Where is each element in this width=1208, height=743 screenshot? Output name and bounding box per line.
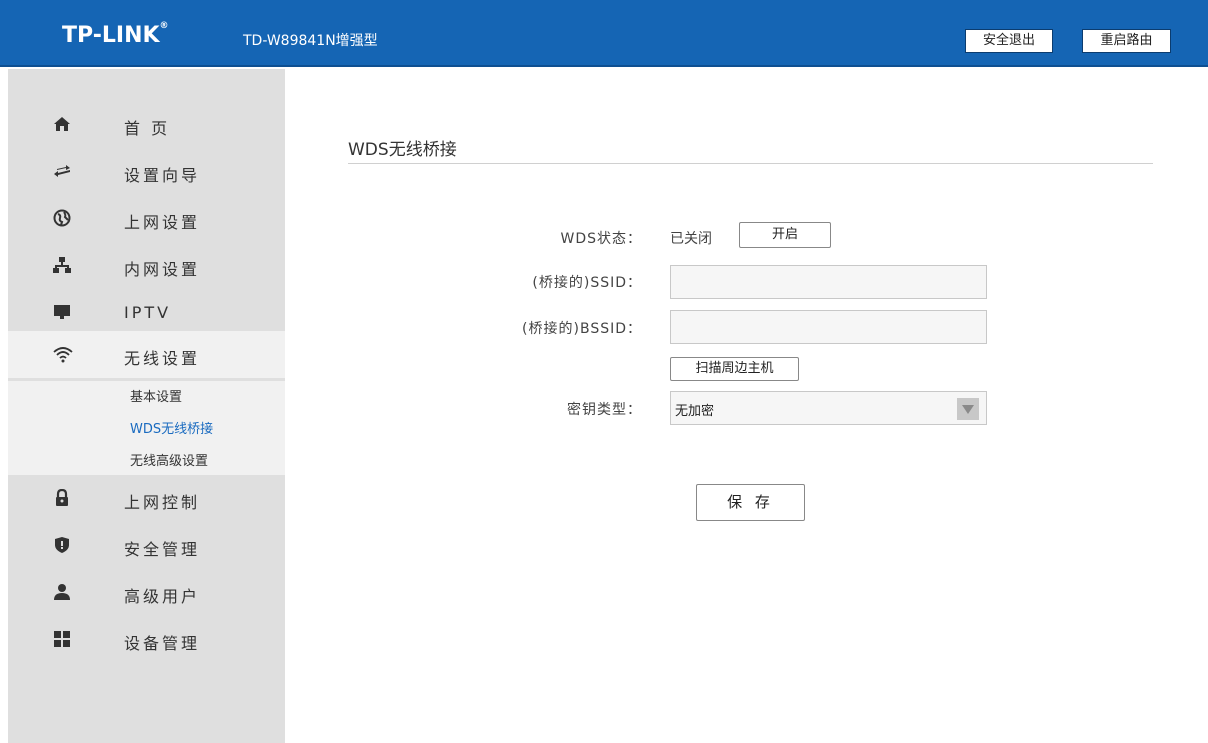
top-header: TP-LINK® TD-W89841N增强型 安全退出 重启路由 bbox=[0, 0, 1208, 67]
arrows-icon bbox=[53, 162, 71, 180]
home-icon bbox=[53, 115, 71, 133]
sidebar-item-security[interactable]: 安全管理 bbox=[8, 522, 285, 569]
sidebar-item-label: 内网设置 bbox=[124, 260, 201, 279]
sidebar-item-access-control[interactable]: 上网控制 bbox=[8, 475, 285, 522]
sidebar-item-internet[interactable]: 上网设置 bbox=[8, 195, 285, 242]
brand-logo: TP-LINK® bbox=[62, 21, 169, 48]
sidebar-item-label: 上网设置 bbox=[124, 213, 201, 232]
submenu-item-wds[interactable]: WDS无线桥接 bbox=[130, 418, 213, 437]
sidebar-item-label: 首 页 bbox=[124, 119, 171, 138]
sidebar-item-advanced-user[interactable]: 高级用户 bbox=[8, 569, 285, 616]
save-button[interactable]: 保 存 bbox=[696, 484, 805, 521]
sidebar-item-label: IPTV bbox=[124, 303, 172, 322]
user-icon bbox=[53, 583, 71, 601]
wds-status-label: WDS状态： bbox=[560, 231, 642, 247]
monitor-icon bbox=[53, 303, 71, 321]
bssid-input[interactable] bbox=[670, 310, 987, 344]
lock-icon bbox=[53, 488, 71, 507]
brand-mark: ® bbox=[159, 21, 169, 31]
sidebar-item-device[interactable]: 设备管理 bbox=[8, 616, 285, 663]
grid-icon bbox=[53, 630, 71, 648]
globe-icon bbox=[53, 209, 71, 227]
bssid-label: (桥接的)BSSID： bbox=[522, 321, 642, 337]
wifi-icon bbox=[53, 345, 73, 363]
sidebar-item-lan[interactable]: 内网设置 bbox=[8, 242, 285, 289]
title-divider bbox=[348, 163, 1153, 164]
network-icon bbox=[53, 256, 71, 274]
wireless-submenu: 基本设置 WDS无线桥接 无线高级设置 bbox=[8, 381, 285, 475]
submenu-item-basic[interactable]: 基本设置 bbox=[130, 386, 182, 405]
submenu-item-advanced[interactable]: 无线高级设置 bbox=[130, 450, 208, 469]
dropdown-arrow-icon[interactable] bbox=[957, 398, 979, 420]
enable-button[interactable]: 开启 bbox=[739, 222, 831, 248]
wds-status-value: 已关闭 bbox=[670, 231, 712, 247]
sidebar-item-label: 无线设置 bbox=[124, 349, 201, 368]
scan-button[interactable]: 扫描周边主机 bbox=[670, 357, 799, 381]
sidebar-item-label: 设置向导 bbox=[124, 166, 201, 185]
sidebar-item-wireless[interactable]: 无线设置 bbox=[8, 331, 285, 378]
sidebar-item-label: 上网控制 bbox=[124, 493, 201, 512]
sidebar: 首 页 设置向导 上网设置 内网设置 IPTV 无线设置 基本设置 WDS无线桥… bbox=[8, 69, 285, 743]
page-title: WDS无线桥接 bbox=[348, 140, 457, 160]
shield-icon bbox=[53, 536, 71, 554]
sidebar-item-label: 设备管理 bbox=[124, 634, 201, 653]
sidebar-item-wizard[interactable]: 设置向导 bbox=[8, 148, 285, 195]
sidebar-item-label: 高级用户 bbox=[124, 587, 201, 606]
sidebar-item-label: 安全管理 bbox=[124, 540, 201, 559]
brand-name: TP-LINK bbox=[62, 23, 160, 48]
ssid-input[interactable] bbox=[670, 265, 987, 299]
sidebar-item-home[interactable]: 首 页 bbox=[8, 101, 285, 148]
ssid-label: (桥接的)SSID： bbox=[532, 275, 642, 291]
reboot-button[interactable]: 重启路由 bbox=[1082, 29, 1171, 53]
sidebar-item-iptv[interactable]: IPTV bbox=[8, 289, 285, 336]
key-type-label: 密钥类型： bbox=[567, 402, 642, 418]
key-type-select[interactable]: 无加密 bbox=[670, 391, 987, 425]
key-type-value: 无加密 bbox=[675, 404, 715, 419]
model-name: TD-W89841N增强型 bbox=[243, 33, 378, 49]
logout-button[interactable]: 安全退出 bbox=[965, 29, 1053, 53]
